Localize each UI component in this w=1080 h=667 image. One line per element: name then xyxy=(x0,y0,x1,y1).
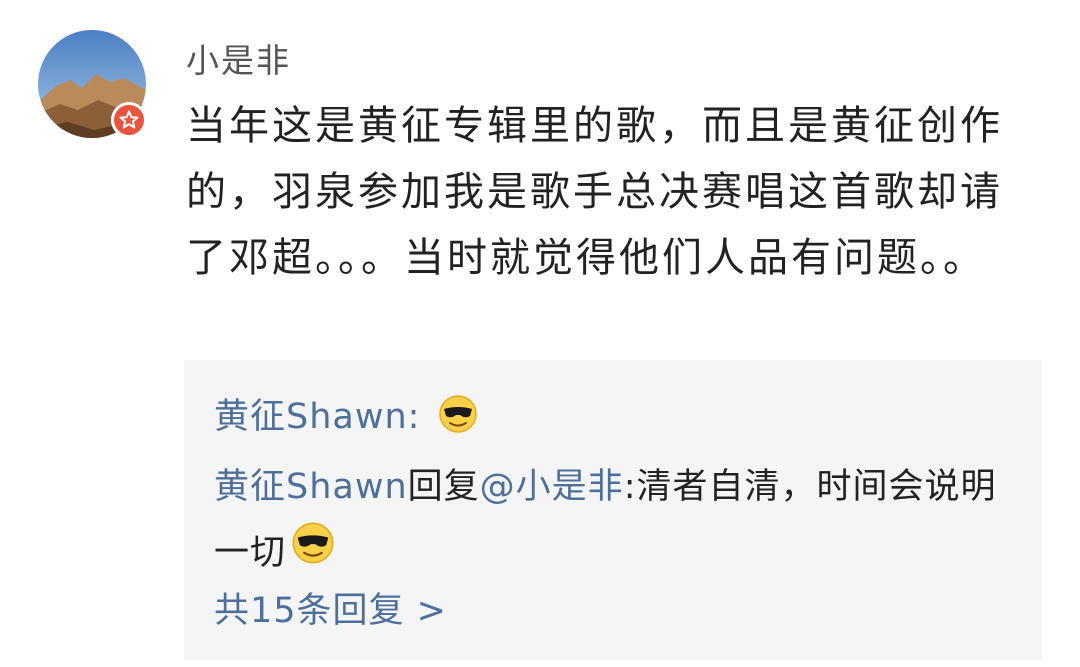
reply-mention[interactable]: @小是非 xyxy=(480,467,624,507)
reply-action: 回复 xyxy=(407,467,480,507)
reply-item: 黄征Shawn回复@小是非:清者自清，时间会说明一切 xyxy=(214,454,1014,588)
sunglasses-emoji-icon xyxy=(290,520,336,588)
star-badge-icon xyxy=(111,102,147,138)
reply-author[interactable]: 黄征Shawn xyxy=(214,467,408,507)
reply-colon: : xyxy=(623,467,637,507)
comment-card: 小是非 当年这是黄征专辑里的歌，而且是黄征创作的，羽泉参加我是歌手总决赛唱这首歌… xyxy=(0,0,1080,667)
comment-body: 当年这是黄征专辑里的歌，而且是黄征创作的，羽泉参加我是歌手总决赛唱这首歌却请了邓… xyxy=(186,103,1003,281)
reply-author[interactable]: 黄征Shawn xyxy=(214,397,408,437)
reply-item: 黄征Shawn: xyxy=(214,388,479,444)
reply-separator: : xyxy=(407,397,421,437)
reply-preview-box[interactable]: 黄征Shawn: 黄征Shawn回复@小是非:清者自清，时间会说明一切 共15条… xyxy=(184,360,1042,660)
comment-username[interactable]: 小是非 xyxy=(186,34,291,82)
sunglasses-emoji-icon xyxy=(437,393,479,444)
avatar[interactable] xyxy=(38,30,147,138)
more-replies-link[interactable]: 共15条回复 > xyxy=(214,582,447,633)
